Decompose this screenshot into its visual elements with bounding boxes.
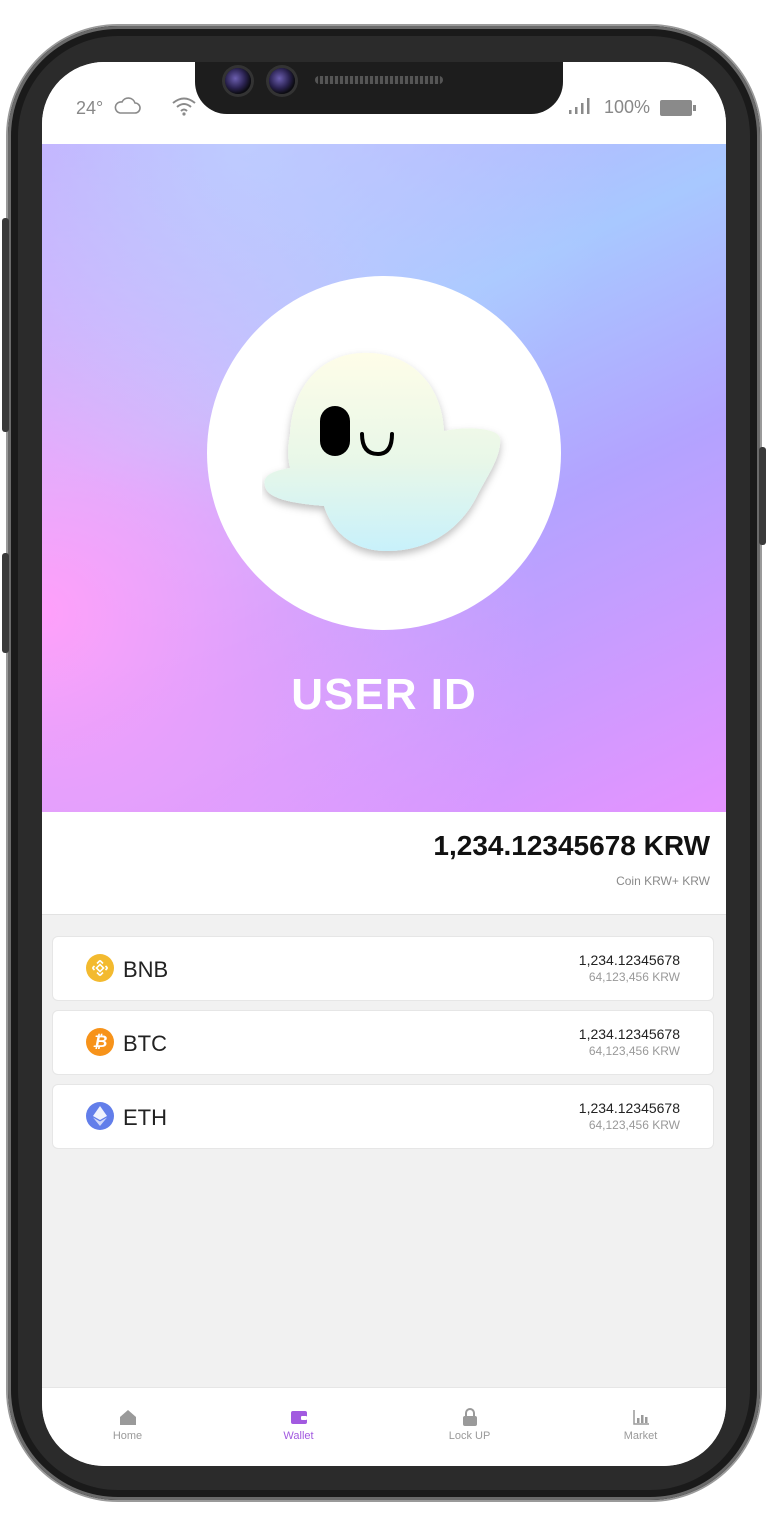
nav-market[interactable]: Market	[555, 1388, 726, 1466]
volume-up-button	[2, 218, 9, 432]
screen: 24° 100% USER ID 1,234.12345678 KRW Coin…	[42, 62, 726, 1466]
nav-home[interactable]: Home	[42, 1388, 213, 1466]
signal-icon	[568, 96, 594, 119]
coin-symbol: BNB	[123, 957, 169, 982]
power-button	[759, 447, 766, 545]
temperature: 24°	[76, 98, 104, 118]
coin-list: BNB 1,234.12345678 64,123,456 KRW ₿ BTC …	[52, 936, 714, 1158]
notch	[195, 62, 563, 114]
nav-label: Wallet	[283, 1430, 314, 1442]
coin-symbol: BTC	[123, 1031, 167, 1056]
coin-amount: 1,234.12345678	[578, 1100, 680, 1116]
lock-icon	[462, 1408, 477, 1426]
coin-krw-value: 64,123,456 KRW	[588, 1118, 680, 1132]
total-balance: 1,234.12345678 KRW Coin KRW+ KRW	[42, 812, 726, 915]
volume-down-button	[2, 553, 9, 653]
earpiece-speaker	[315, 76, 443, 84]
nav-label: Lock UP	[448, 1430, 491, 1442]
coin-row-bnb[interactable]: BNB 1,234.12345678 64,123,456 KRW	[52, 936, 714, 1001]
coin-krw-value: 64,123,456 KRW	[588, 970, 680, 984]
coin-symbol: ETH	[123, 1105, 167, 1130]
battery-percentage: 100%	[603, 97, 650, 117]
bottom-nav: Home Wallet Lock UP Market	[42, 1387, 726, 1466]
btc-icon: ₿	[86, 1028, 114, 1056]
front-sensor	[269, 68, 295, 94]
front-camera	[225, 68, 251, 94]
wifi-icon	[171, 96, 197, 121]
coin-row-eth[interactable]: ETH 1,234.12345678 64,123,456 KRW	[52, 1084, 714, 1149]
user-id: USER ID	[291, 670, 477, 719]
bnb-icon	[86, 954, 114, 982]
chart-icon	[632, 1410, 649, 1425]
profile-header: USER ID	[42, 144, 726, 812]
nav-label: Home	[112, 1430, 143, 1442]
balance-amount: 1,234.12345678 KRW	[433, 830, 710, 861]
eth-icon	[86, 1102, 114, 1130]
home-icon	[119, 1410, 136, 1425]
avatar[interactable]	[207, 276, 561, 630]
coin-row-btc[interactable]: ₿ BTC 1,234.12345678 64,123,456 KRW	[52, 1010, 714, 1075]
wallet-icon	[290, 1411, 307, 1424]
ghost-avatar-icon	[264, 352, 501, 551]
cloud-icon	[113, 97, 141, 120]
coin-krw-value: 64,123,456 KRW	[588, 1044, 680, 1058]
balance-caption: Coin KRW+ KRW	[616, 874, 710, 888]
battery-icon	[660, 99, 696, 116]
nav-wallet[interactable]: Wallet	[213, 1388, 384, 1466]
coin-amount: 1,234.12345678	[578, 952, 680, 968]
nav-label: Market	[623, 1430, 658, 1442]
coin-amount: 1,234.12345678	[578, 1026, 680, 1042]
nav-lockup[interactable]: Lock UP	[384, 1388, 555, 1466]
